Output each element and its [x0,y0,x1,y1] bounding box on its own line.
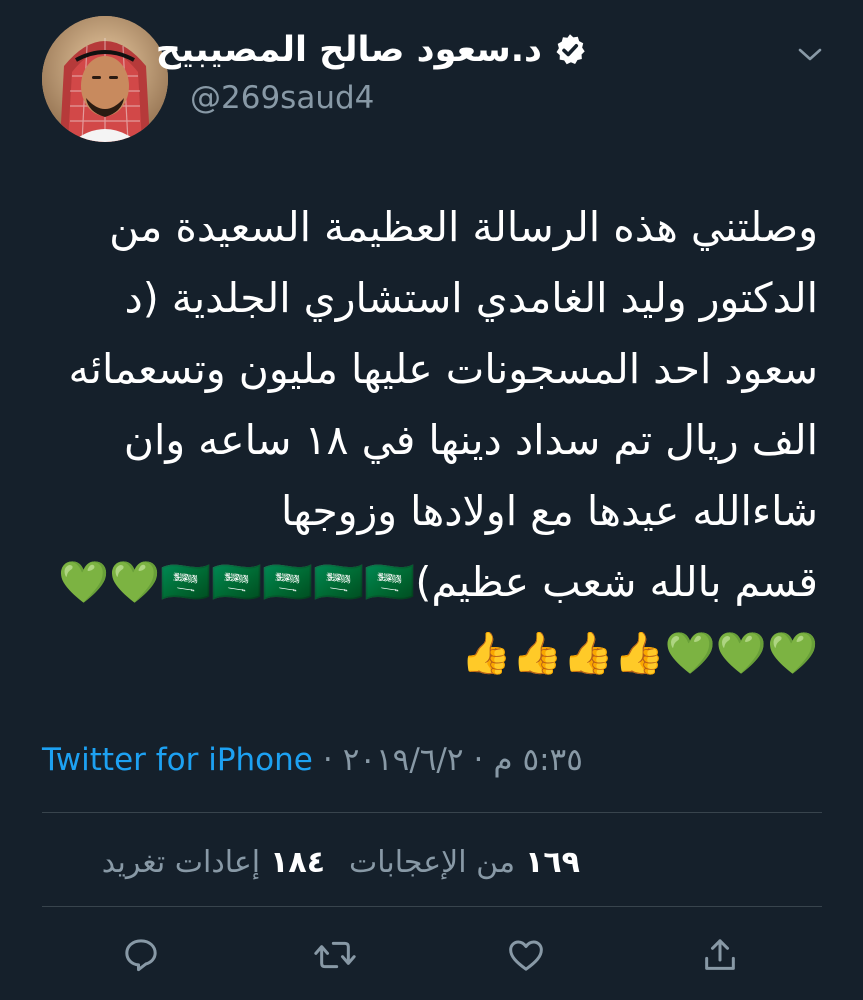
retweet-icon [314,941,356,969]
divider [42,812,822,813]
tweet-source-link[interactable]: Twitter for iPhone [42,742,313,778]
reply-icon [125,939,157,972]
verified-badge-icon [556,34,585,65]
tweet-time: ٥:٣٥ م [493,742,583,778]
retweet-button[interactable] [312,932,358,978]
tweet-stats: ١٦٩ من الإعجابات ١٨٤ إعادات تغريد [102,838,580,886]
reply-button[interactable] [118,932,164,978]
chevron-down-icon[interactable] [797,46,823,64]
tweet-header: د.سعود صالح المصيبيح @269saud4 [0,0,863,160]
avatar-image [42,16,168,142]
likes-stat[interactable]: ١٦٩ من الإعجابات [349,845,580,880]
retweets-label: إعادات تغريد [101,844,261,880]
meta-separator: · [473,742,484,778]
likes-label: من الإعجابات [349,844,516,880]
tweet-date: ٢٠١٩/٦/٢ [342,742,464,778]
author-name-row[interactable]: د.سعود صالح المصيبيح [156,22,588,78]
tweet-actions [0,920,863,990]
tweet-text: وصلتني هذه الرسالة العظيمة السعيدة من ال… [57,203,818,677]
share-icon [705,939,735,970]
retweets-count: ١٨٤ [270,844,326,880]
heart-icon [509,940,543,971]
author-display-name[interactable]: د.سعود صالح المصيبيح [156,30,542,70]
meta-separator: · [322,742,333,778]
avatar[interactable] [42,16,168,142]
author-handle[interactable]: @269saud4 [190,80,374,116]
likes-count: ١٦٩ [525,844,580,880]
tweet-meta: Twitter for iPhone · ٢٠١٩/٦/٢ · ٥:٣٥ م [42,735,642,785]
share-button[interactable] [697,932,743,978]
retweets-stat[interactable]: ١٨٤ إعادات تغريد [102,845,325,880]
divider [42,906,822,907]
like-button[interactable] [503,932,549,978]
